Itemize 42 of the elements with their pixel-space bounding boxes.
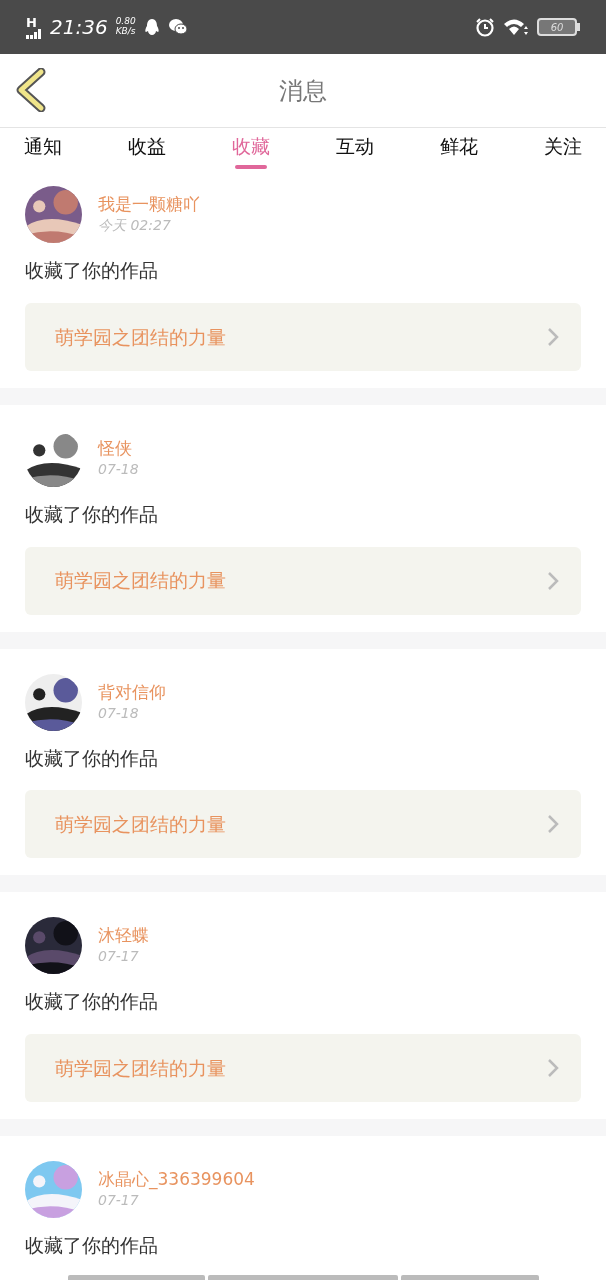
- message-text: 收藏了你的作品: [25, 259, 158, 282]
- chevron-right-icon: [547, 1058, 559, 1079]
- wifi-icon: [503, 18, 529, 36]
- work-link[interactable]: 萌学园之团结的力量: [25, 1034, 581, 1103]
- alarm-icon: [475, 17, 495, 37]
- battery-tip-icon: [577, 23, 580, 31]
- speed-unit: KB/s: [115, 27, 136, 37]
- tab[interactable]: 鲜花: [440, 128, 478, 176]
- tab[interactable]: 互动: [336, 128, 374, 176]
- tab[interactable]: 通知: [24, 128, 62, 176]
- tab[interactable]: 收益: [128, 128, 166, 176]
- back-button[interactable]: [14, 68, 48, 112]
- tab[interactable]: 关注: [544, 128, 582, 176]
- tab[interactable]: 收藏: [232, 128, 270, 176]
- work-link[interactable]: 萌学园之团结的力量: [25, 790, 581, 859]
- user-name[interactable]: 冰晶心_336399604: [98, 1168, 255, 1191]
- penguin-icon: [143, 18, 160, 36]
- page-title: 消息: [279, 75, 327, 107]
- message-text: 收藏了你的作品: [25, 746, 158, 770]
- message-time: 今天 02:27: [98, 216, 172, 236]
- battery-level: 60: [537, 18, 577, 36]
- chevron-right-icon: [547, 570, 559, 591]
- chevron-right-icon: [547, 326, 559, 347]
- signal-icon: [26, 28, 42, 39]
- message-text: 收藏了你的作品: [25, 502, 158, 526]
- user-name[interactable]: 我是一颗糖吖: [98, 192, 200, 216]
- chat-icon: [167, 18, 188, 36]
- network-type: H: [26, 15, 38, 29]
- work-link[interactable]: 萌学园之团结的力量: [25, 546, 581, 615]
- message-time: 07-18: [98, 703, 140, 723]
- message-time: 07-18: [98, 459, 139, 479]
- message-time: 07-17: [98, 947, 140, 967]
- user-name[interactable]: 背对信仰: [98, 680, 166, 703]
- user-name[interactable]: 怪侠: [98, 436, 139, 459]
- work-link[interactable]: 萌学园之团结的力量: [25, 302, 581, 371]
- message-time: 07-17: [98, 1191, 140, 1211]
- status-time: 21:36: [50, 14, 108, 41]
- message-text: 收藏了你的作品: [25, 1234, 158, 1257]
- chevron-right-icon: [547, 814, 559, 835]
- user-name[interactable]: 沐轻蝶: [98, 924, 149, 947]
- network-speed: 0.80: [115, 17, 136, 27]
- message-text: 收藏了你的作品: [25, 990, 158, 1014]
